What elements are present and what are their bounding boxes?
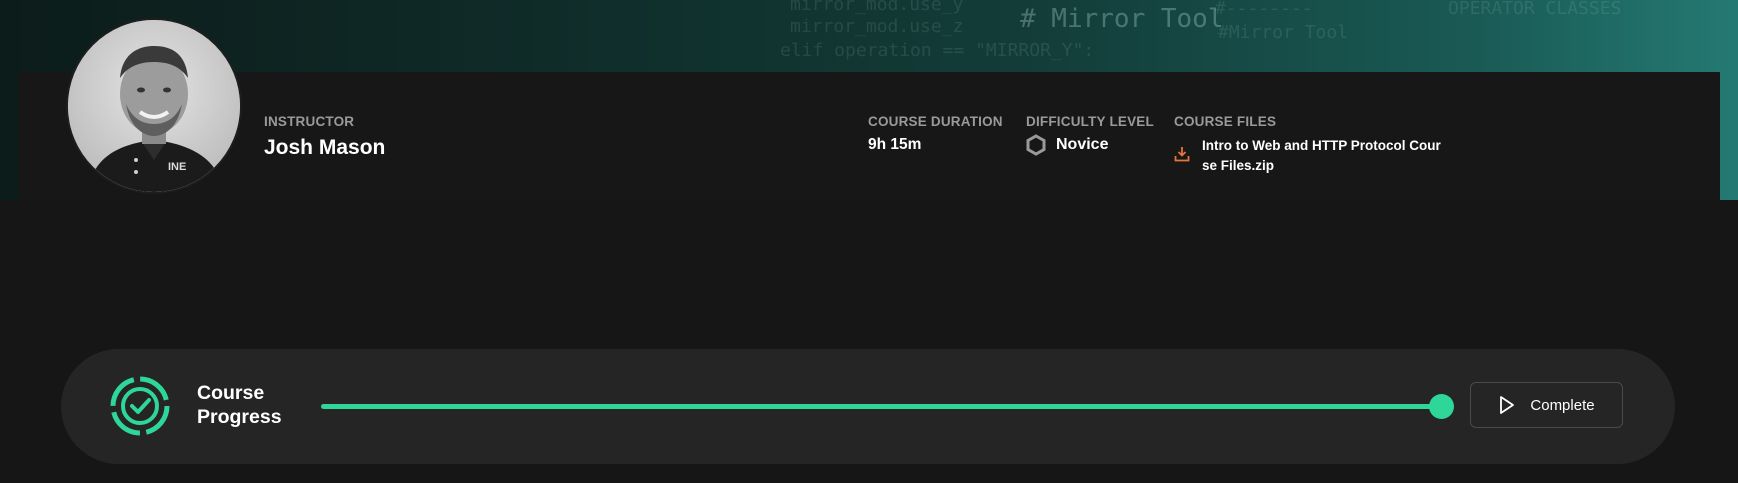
svg-text:INE: INE — [168, 161, 186, 173]
progress-fill — [321, 404, 1441, 409]
instructor-photo-icon: INE — [68, 20, 240, 192]
instructor-label: INSTRUCTOR — [264, 114, 355, 129]
course-progress-label-line1: Course — [197, 382, 265, 404]
progress-track — [321, 394, 1454, 419]
course-progress-label-line2: Progress — [197, 406, 282, 428]
code-line: mirror_mod.use_z — [790, 16, 964, 37]
code-line: #Mirror Tool — [1218, 22, 1349, 43]
difficulty-value: Novice — [1056, 136, 1109, 153]
progress-knob[interactable] — [1429, 394, 1454, 419]
code-line: elif operation == "MIRROR_Y": — [780, 40, 1095, 61]
course-duration: COURSE DURATION 9h 15m — [868, 114, 1003, 154]
code-line: #-------- — [1215, 0, 1313, 19]
code-line: OPERATOR CLASSES — [1448, 0, 1622, 19]
difficulty-level: DIFFICULTY LEVEL Novice — [1026, 114, 1154, 156]
course-duration-label: COURSE DURATION — [868, 114, 1003, 129]
course-duration-value: 9h 15m — [868, 136, 922, 153]
instructor-avatar: INE — [68, 20, 240, 192]
hexagon-icon — [1026, 134, 1046, 156]
progress-check-icon — [110, 376, 170, 436]
course-progress-card: Course Progress Complete — [61, 349, 1675, 464]
instructor-name: Josh Mason — [264, 136, 386, 159]
course-file-download-link[interactable]: Intro to Web and HTTP Protocol Course Fi… — [1202, 136, 1442, 176]
difficulty-label: DIFFICULTY LEVEL — [1026, 114, 1154, 129]
instructor-info: INSTRUCTOR Josh Mason — [264, 114, 385, 160]
code-line: mirror_mod.use_y — [790, 0, 964, 15]
complete-button[interactable]: Complete — [1470, 382, 1623, 428]
course-progress-label: Course Progress — [197, 381, 282, 429]
download-icon[interactable] — [1174, 146, 1190, 162]
play-icon — [1500, 396, 1515, 414]
code-line: # Mirror Tool — [1020, 4, 1224, 34]
complete-button-label: Complete — [1530, 396, 1595, 414]
course-files-label: COURSE FILES — [1174, 114, 1277, 129]
course-files: COURSE FILES Intro to Web and HTTP Proto… — [1174, 114, 1442, 176]
